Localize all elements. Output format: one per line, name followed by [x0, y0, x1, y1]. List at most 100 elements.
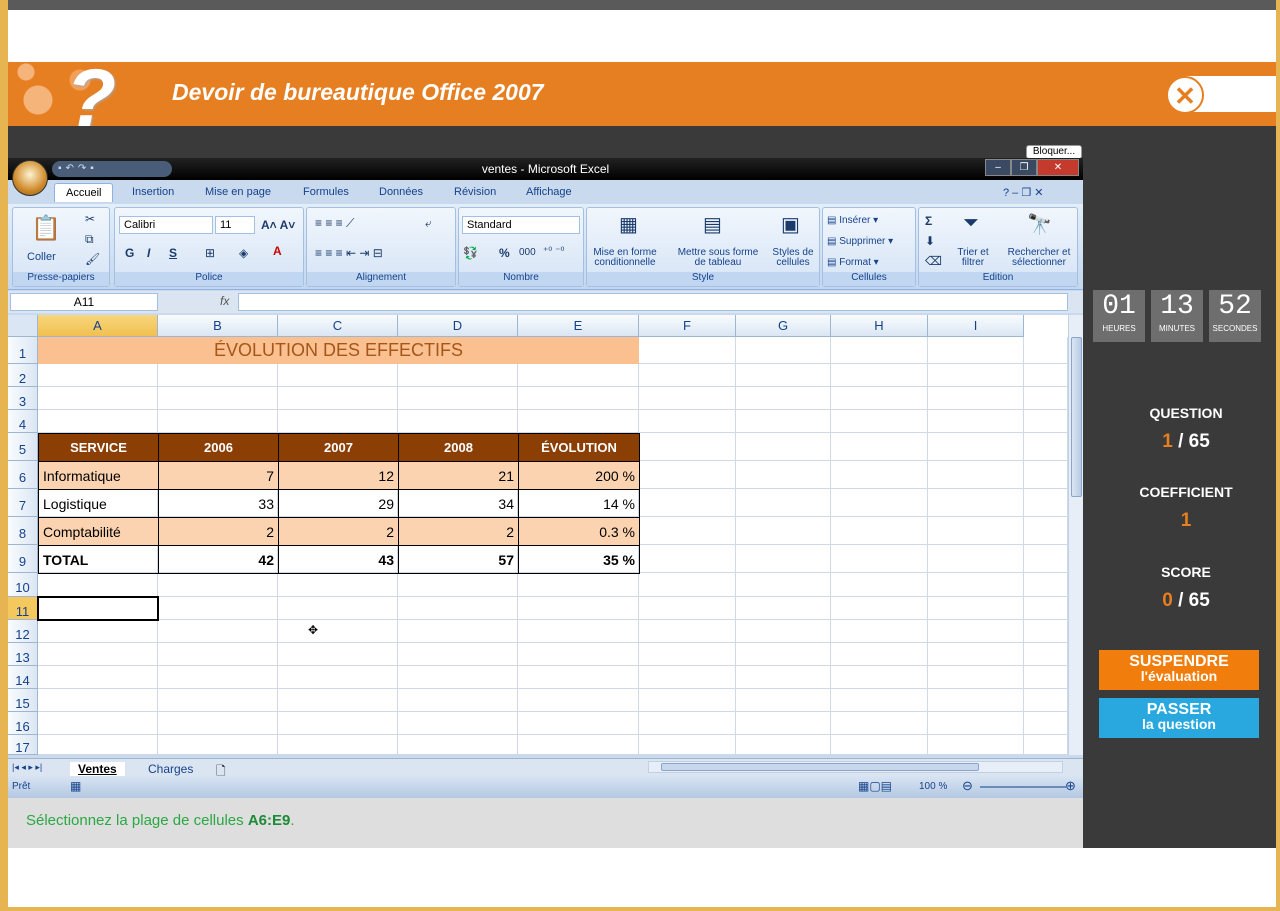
paste-icon[interactable]: 📋: [31, 214, 61, 243]
row-header[interactable]: 16: [8, 712, 38, 735]
row-header[interactable]: 12: [8, 620, 38, 643]
sort-filter-label[interactable]: Trier et filtrer: [951, 248, 995, 268]
formula-input[interactable]: [238, 293, 1068, 311]
table-cell[interactable]: 2008: [398, 433, 519, 462]
table-cell[interactable]: TOTAL: [38, 545, 159, 574]
horizontal-scrollbar[interactable]: [648, 761, 1063, 773]
column-header[interactable]: I: [928, 315, 1024, 337]
thousands-button[interactable]: 000: [519, 247, 536, 258]
name-box[interactable]: A11: [10, 293, 158, 311]
vertical-scrollbar[interactable]: [1068, 315, 1083, 755]
vscroll-thumb[interactable]: [1071, 337, 1082, 497]
table-cell[interactable]: 0.3 %: [518, 517, 640, 546]
row-header[interactable]: 11: [8, 597, 38, 620]
cut-icon[interactable]: ✂: [85, 212, 95, 226]
zoom-slider[interactable]: [980, 786, 1066, 788]
bold-button[interactable]: G: [125, 246, 134, 260]
italic-button[interactable]: I: [147, 246, 150, 260]
column-header[interactable]: C: [278, 315, 398, 337]
table-cell[interactable]: Informatique: [38, 461, 159, 490]
table-cell[interactable]: 200 %: [518, 461, 640, 490]
row-header[interactable]: 10: [8, 573, 38, 597]
table-cell[interactable]: SERVICE: [38, 433, 159, 462]
column-header[interactable]: A: [38, 315, 158, 337]
column-header[interactable]: E: [518, 315, 639, 337]
sheet-nav-icon[interactable]: |◂ ◂ ▸ ▸|: [12, 762, 42, 773]
close-icon[interactable]: ✕: [1166, 76, 1204, 114]
zoom-out-icon[interactable]: ⊖: [962, 778, 973, 794]
insert-button[interactable]: ▤ Insérer ▾: [827, 216, 878, 226]
select-all-corner[interactable]: [8, 315, 38, 337]
table-cell[interactable]: 21: [398, 461, 519, 490]
font-color-icon[interactable]: A: [273, 244, 282, 258]
zoom-level[interactable]: 100 %: [919, 781, 947, 792]
tab-mise-en-page[interactable]: Mise en page: [205, 186, 271, 198]
tab-accueil[interactable]: Accueil: [54, 183, 114, 202]
row-header[interactable]: 3: [8, 387, 38, 410]
table-cell[interactable]: 2007: [278, 433, 399, 462]
row-header[interactable]: 9: [8, 545, 38, 573]
suspend-button[interactable]: SUSPENDRE l'évaluation: [1099, 650, 1259, 690]
sort-filter-icon[interactable]: ⏷: [963, 212, 979, 235]
tab-formules[interactable]: Formules: [303, 186, 349, 198]
row-header[interactable]: 1: [8, 337, 38, 364]
fx-icon[interactable]: fx: [220, 294, 229, 308]
table-cell[interactable]: 7: [158, 461, 279, 490]
decimal-icon[interactable]: ⁺⁰ ⁻⁰: [543, 246, 564, 257]
table-cell[interactable]: Comptabilité: [38, 517, 159, 546]
active-cell[interactable]: [37, 596, 159, 621]
percent-button[interactable]: %: [499, 246, 510, 260]
minimize-button[interactable]: –: [985, 159, 1011, 176]
table-cell[interactable]: 2: [278, 517, 399, 546]
find-select-label[interactable]: Rechercher et sélectionner: [1001, 248, 1077, 268]
cell-styles-icon[interactable]: ▣: [781, 212, 800, 237]
font-name-select[interactable]: Calibri: [119, 216, 213, 234]
row-header[interactable]: 13: [8, 643, 38, 666]
table-cell[interactable]: 33: [158, 489, 279, 518]
number-format-select[interactable]: Standard: [462, 216, 580, 234]
table-title-cell[interactable]: ÉVOLUTION DES EFFECTIFS: [38, 337, 639, 364]
column-header[interactable]: D: [398, 315, 518, 337]
tab-revision[interactable]: Révision: [454, 186, 496, 198]
table-cell[interactable]: 34: [398, 489, 519, 518]
table-cell[interactable]: 57: [398, 545, 519, 574]
table-cell[interactable]: Logistique: [38, 489, 159, 518]
grow-font-icon[interactable]: A˄ A˅: [261, 218, 295, 232]
table-cell[interactable]: 14 %: [518, 489, 640, 518]
sheet-tab-charges[interactable]: Charges: [148, 762, 193, 776]
table-cell[interactable]: 2: [158, 517, 279, 546]
cell-styles-label[interactable]: Styles de cellules: [767, 248, 819, 268]
wrap-text-icon[interactable]: ⤶: [425, 216, 432, 231]
column-header[interactable]: H: [831, 315, 928, 337]
table-cell[interactable]: 42: [158, 545, 279, 574]
format-button[interactable]: ▤ Format ▾: [827, 258, 879, 268]
cond-format-label[interactable]: Mise en forme conditionnelle: [589, 248, 661, 268]
row-header[interactable]: 6: [8, 461, 38, 489]
view-buttons-icon[interactable]: ▦▢▤: [858, 779, 892, 793]
underline-button[interactable]: S: [169, 246, 177, 260]
spreadsheet-grid[interactable]: ABCDEFGHI 1 2 3 4 5 6 7 8 9 10 11 12 13 14 15 16 17 ÉVOL…: [8, 315, 1068, 755]
align-left-icon[interactable]: ≡ ≡ ≡ ⇤ ⇥ ⊟: [315, 246, 383, 260]
format-painter-icon[interactable]: 🖌: [85, 252, 100, 266]
window-close-button[interactable]: ✕: [1037, 159, 1079, 176]
find-icon[interactable]: 🔭: [1027, 212, 1052, 237]
macro-icon[interactable]: ▦: [70, 779, 81, 793]
column-header[interactable]: G: [736, 315, 831, 337]
table-cell[interactable]: 35 %: [518, 545, 640, 574]
fill-color-icon[interactable]: ◈: [239, 246, 248, 260]
fill-icon[interactable]: ⬇: [925, 234, 935, 248]
table-cell[interactable]: 43: [278, 545, 399, 574]
table-cell[interactable]: 29: [278, 489, 399, 518]
copy-icon[interactable]: ⧉: [85, 232, 94, 247]
table-cell[interactable]: 2006: [158, 433, 279, 462]
currency-icon[interactable]: 💱: [463, 246, 478, 260]
pass-button[interactable]: PASSER la question: [1099, 698, 1259, 738]
delete-button[interactable]: ▤ Supprimer ▾: [827, 237, 893, 247]
column-header[interactable]: F: [639, 315, 736, 337]
row-header[interactable]: 7: [8, 489, 38, 517]
hscroll-thumb[interactable]: [661, 763, 979, 771]
column-header[interactable]: B: [158, 315, 278, 337]
office-button-icon[interactable]: [12, 160, 48, 196]
row-header[interactable]: 14: [8, 666, 38, 689]
tab-insertion[interactable]: Insertion: [132, 186, 174, 198]
